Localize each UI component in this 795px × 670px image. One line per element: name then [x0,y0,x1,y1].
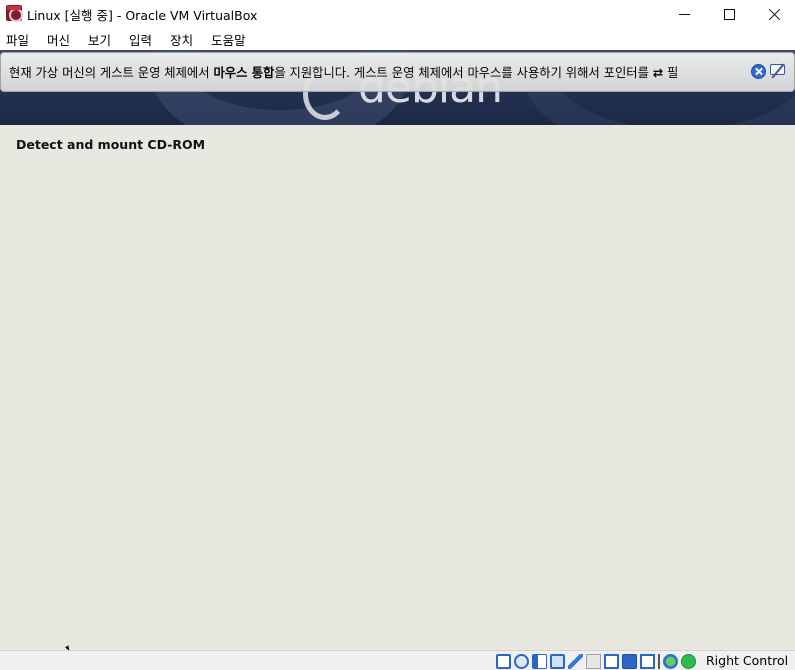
maximize-icon [723,8,735,20]
display-icon[interactable] [604,654,619,669]
close-icon [768,8,781,21]
usb-icon[interactable] [568,654,583,669]
notice-message: 현재 가상 머신의 게스트 운영 체제에서 마우스 통합을 지원합니다. 게스트… [9,66,679,80]
minimize-icon [678,13,690,15]
disable-notice-button[interactable] [769,63,787,79]
window-title: Linux [실행 중] - Oracle VM VirtualBox [27,8,258,23]
menu-input[interactable]: 입력 [129,30,152,49]
menu-machine[interactable]: 머신 [47,30,70,49]
network-icon[interactable] [550,654,565,669]
status-separator [658,654,660,669]
mouse-capture-icon[interactable] [640,654,655,669]
menu-view[interactable]: 보기 [88,30,111,49]
menu-bar: 파일 머신 보기 입력 장치 도움말 [0,28,795,50]
host-key-label: Right Control [706,653,789,668]
close-notice-button[interactable] [751,64,766,79]
installer-step-title: Detect and mount CD-ROM [16,137,206,152]
mouse-integration-notice: 현재 가상 머신의 게스트 운영 체제에서 마우스 통합을 지원합니다. 게스트… [0,52,795,92]
status-icons [496,654,699,669]
guest-additions-icon[interactable] [681,654,696,669]
menu-devices[interactable]: 장치 [170,30,193,49]
shared-folders-icon[interactable] [586,654,601,669]
hard-disk-icon[interactable] [496,654,511,669]
vm-status-bar: Right Control [0,650,795,670]
menu-help[interactable]: 도움말 [211,30,246,49]
optical-drive-icon[interactable] [514,654,529,669]
audio-icon[interactable] [532,654,547,669]
mouse-integration-inline-icon: ⇄ [652,66,664,80]
window-titlebar: Linux [실행 중] - Oracle VM VirtualBox [0,0,795,28]
menu-file[interactable]: 파일 [6,30,29,49]
vm-display[interactable]: debian 현재 가상 머신의 게스트 운영 체제에서 마우스 통합을 지원합… [0,50,795,650]
maximize-button[interactable] [706,0,752,28]
minimize-button[interactable] [661,0,707,28]
virtualbox-app-icon [6,5,23,22]
mouse-integration-icon[interactable] [663,654,678,669]
close-window-button[interactable] [751,0,795,28]
video-capture-icon[interactable] [622,654,637,669]
